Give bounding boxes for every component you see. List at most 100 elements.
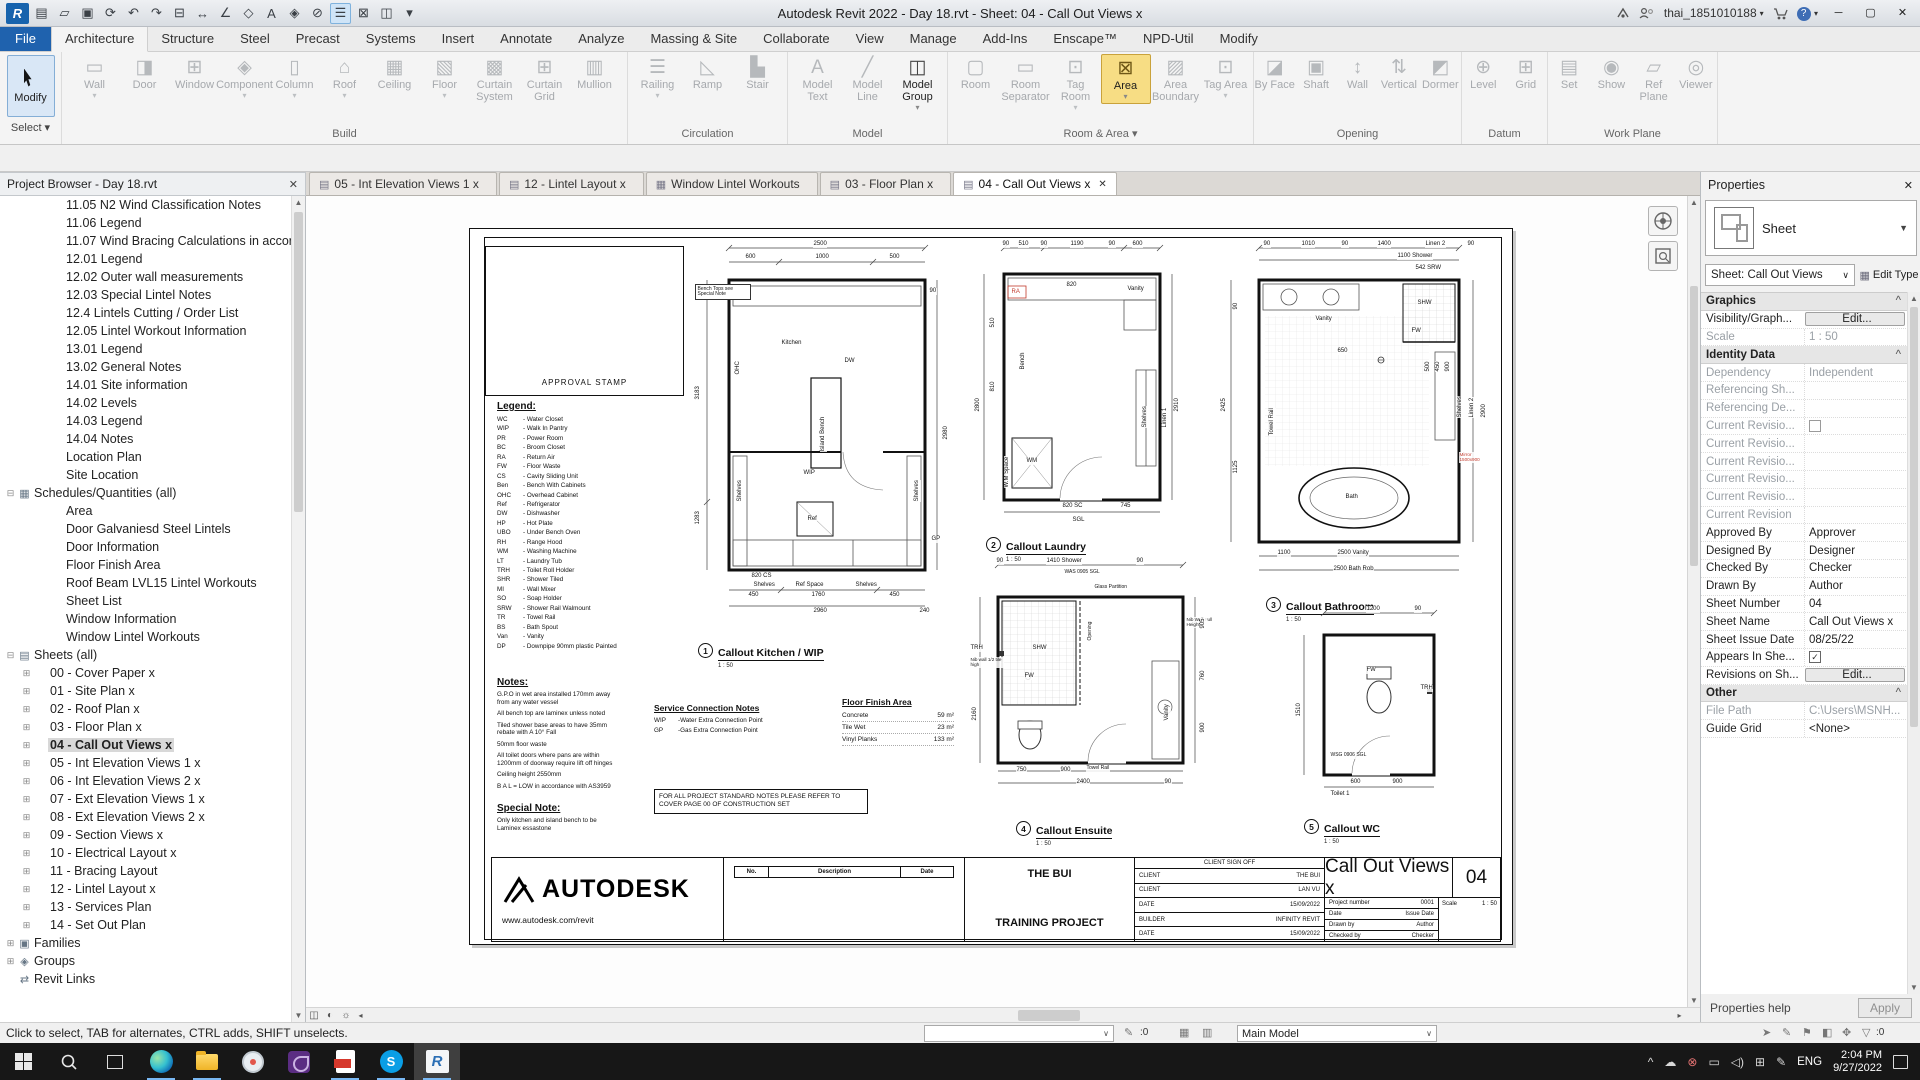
minimize-button[interactable]: ─ [1827, 4, 1850, 23]
scale-icon[interactable]: ◫ [306, 1010, 322, 1021]
redo-icon[interactable]: ↷ [146, 3, 167, 24]
tree-item[interactable]: Site Location [0, 466, 305, 484]
ribbon-button[interactable]: ⊡Tag Area▾ [1201, 54, 1251, 102]
ribbon-button[interactable]: ⊞Window [170, 54, 220, 102]
tree-item[interactable]: Sheet List [0, 592, 305, 610]
property-row[interactable]: Visibility/Graph...Edit... [1701, 311, 1908, 329]
ribbon-button[interactable]: ◩Dormer [1420, 54, 1461, 102]
expand-icon[interactable]: ⊞ [20, 686, 33, 697]
property-row[interactable]: File PathC:\Users\MSNH... [1701, 702, 1908, 720]
ribbon-button[interactable]: ▨Area Boundary [1151, 54, 1201, 114]
tree-item[interactable]: ⊞09 - Section Views x [0, 826, 305, 844]
property-row[interactable]: Current Revisio... [1701, 471, 1908, 489]
ribbon-button[interactable]: ◪By Face [1254, 54, 1295, 102]
view-tab[interactable]: ▤04 - Call Out Views x✕ [953, 172, 1117, 195]
clock[interactable]: 2:04 PM9/27/2022 [1833, 1049, 1882, 1075]
property-row[interactable]: Current Revisio... [1701, 489, 1908, 507]
start-button[interactable] [0, 1043, 46, 1080]
type-combo[interactable]: Sheet: Call Out Views ∨ [1705, 264, 1855, 286]
expand-icon[interactable]: ⊟ [4, 488, 17, 499]
property-row[interactable]: Sheet NameCall Out Views x [1701, 613, 1908, 631]
pdf-app-icon[interactable] [322, 1043, 368, 1080]
properties-help-link[interactable]: Properties help [1710, 1001, 1791, 1015]
tree-item[interactable]: 13.02 General Notes [0, 358, 305, 376]
measure-icon[interactable]: ↔ [192, 3, 213, 24]
tree-item[interactable]: 12.01 Legend [0, 250, 305, 268]
panel-label[interactable]: Datum [1462, 125, 1547, 144]
ribbon-button[interactable]: ⊕Level [1462, 54, 1505, 102]
modify-button[interactable]: Modify [7, 55, 55, 117]
tree-item[interactable]: Floor Finish Area [0, 556, 305, 574]
drawing-area[interactable]: APPROVAL STAMP Legend: WC- Water ClosetW… [306, 196, 1700, 1007]
recent-documents-icon[interactable]: ▤ [31, 3, 52, 24]
close-icon[interactable]: ✕ [1904, 179, 1913, 192]
expand-icon[interactable]: ⊞ [20, 848, 33, 859]
ribbon-button[interactable]: ▥Mullion [570, 54, 620, 102]
tree-item[interactable]: ⊞06 - Int Elevation Views 2 x [0, 772, 305, 790]
ribbon-button[interactable]: ☰Railing▾ [633, 54, 683, 102]
input-indicator-icon[interactable]: ⊞ [1755, 1055, 1765, 1069]
ribbon-tab[interactable]: Manage [897, 27, 970, 51]
tray-expand-icon[interactable]: ^ [1648, 1055, 1654, 1069]
pan-zoom-icon[interactable] [1648, 241, 1678, 271]
property-row[interactable]: DependencyIndependent [1701, 364, 1908, 382]
ribbon-tab[interactable]: Architecture [51, 27, 148, 52]
ribbon-tab[interactable]: Steel [227, 27, 283, 51]
tree-item[interactable]: 14.02 Levels [0, 394, 305, 412]
ribbon-tab[interactable]: Analyze [565, 27, 637, 51]
customize-qat-icon[interactable]: ▾ [399, 3, 420, 24]
ribbon-tab[interactable]: Structure [148, 27, 227, 51]
tree-item[interactable]: ⊞08 - Ext Elevation Views 2 x [0, 808, 305, 826]
property-row[interactable]: Sheet Number04 [1701, 596, 1908, 614]
tree-item[interactable]: 14.04 Notes [0, 430, 305, 448]
edit-type-button[interactable]: ▦ Edit Type [1859, 264, 1919, 286]
ribbon-button[interactable]: ⇅Vertical [1378, 54, 1419, 102]
screenrec-icon[interactable] [230, 1043, 276, 1080]
tree-item[interactable]: Door Galvaniesd Steel Lintels [0, 520, 305, 538]
ribbon-button[interactable]: ▭Wall▾ [70, 54, 120, 102]
scroll-left-icon[interactable]: ◂ [354, 1011, 367, 1020]
undo-icon[interactable]: ↶ [123, 3, 144, 24]
view-tab[interactable]: ▤03 - Floor Plan x [820, 172, 951, 195]
expand-icon[interactable]: ⊞ [20, 884, 33, 895]
tree-item[interactable]: Roof Beam LVL15 Lintel Workouts [0, 574, 305, 592]
property-row[interactable]: Current Revisio... [1701, 453, 1908, 471]
property-row[interactable]: Current Revisio... [1701, 435, 1908, 453]
expand-icon[interactable]: ⊞ [20, 776, 33, 787]
expand-icon[interactable]: ⊞ [20, 668, 33, 679]
worksets-combo[interactable]: ∨ [924, 1025, 1114, 1042]
ribbon-button[interactable]: ▣Shaft [1295, 54, 1336, 102]
edge-icon[interactable] [138, 1043, 184, 1080]
expand-icon[interactable]: ⊞ [20, 740, 33, 751]
switch-windows-icon[interactable]: ◫ [376, 3, 397, 24]
ribbon-button[interactable]: ▯Column▾ [270, 54, 320, 102]
signed-in-user[interactable]: thai_1851010188 ▾ [1664, 6, 1764, 20]
property-row[interactable]: Other^ [1701, 685, 1908, 703]
ribbon-button[interactable]: ◎Viewer [1675, 54, 1717, 102]
tree-item[interactable]: 14.01 Site information [0, 376, 305, 394]
filter-icon[interactable]: ▽ [1862, 1026, 1870, 1039]
ribbon-button[interactable]: ▢Room [951, 54, 1001, 102]
display-icon[interactable]: ▭ [1708, 1055, 1719, 1069]
callout-wc-view[interactable]: 1200901510TRHFWWSG 0906 SGL600900Toilet … [1274, 605, 1466, 805]
tree-item[interactable]: ⊞12 - Lintel Layout x [0, 880, 305, 898]
task-view-button[interactable] [92, 1043, 138, 1080]
property-row[interactable]: Identity Data^ [1701, 346, 1908, 364]
ribbon-button[interactable]: ▧Floor▾ [420, 54, 470, 102]
close-tab-icon[interactable]: ✕ [1098, 179, 1106, 190]
tree-item[interactable]: ⊞04 - Call Out Views x [0, 736, 305, 754]
volume-icon[interactable]: ◁) [1731, 1055, 1744, 1069]
file-explorer-icon[interactable] [184, 1043, 230, 1080]
apply-button[interactable]: Apply [1858, 998, 1912, 1018]
tree-item[interactable]: 12.02 Outer wall measurements [0, 268, 305, 286]
property-row[interactable]: Designed ByDesigner [1701, 542, 1908, 560]
view-tab[interactable]: ▤12 - Lintel Layout x [499, 172, 644, 195]
link-select-icon[interactable]: ◧ [1822, 1026, 1832, 1039]
people-icon[interactable] [1639, 7, 1655, 19]
default-3d-view-icon[interactable]: ◈ [284, 3, 305, 24]
tag-icon[interactable]: ◇ [238, 3, 259, 24]
ribbon-tab[interactable]: Massing & Site [637, 27, 750, 51]
tree-item[interactable]: 13.01 Legend [0, 340, 305, 358]
ribbon-button[interactable]: ◨Door [120, 54, 170, 102]
ribbon-tab[interactable]: Add-Ins [970, 27, 1041, 51]
